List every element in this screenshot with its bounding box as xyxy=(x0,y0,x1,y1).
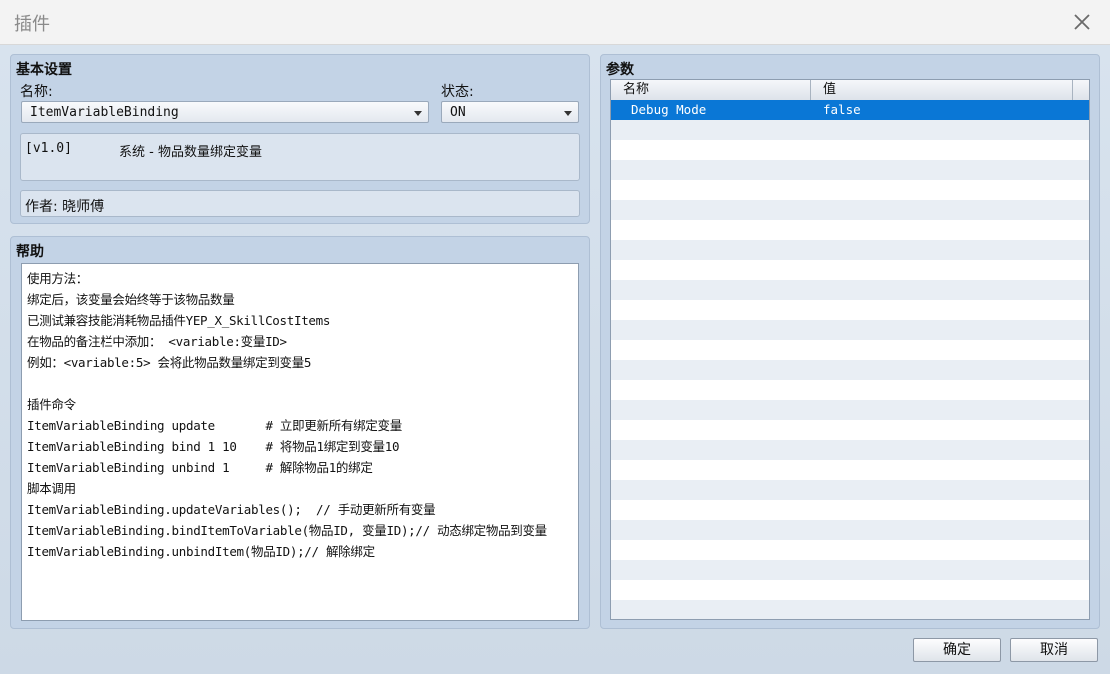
parameters-table: 名称 值 Debug Mode false xyxy=(610,79,1090,620)
empty-table-row[interactable] xyxy=(611,200,1089,220)
parameters-title: 参数 xyxy=(606,62,634,78)
author-text: 作者: 晓师傅 xyxy=(25,199,105,215)
help-line: ItemVariableBinding.bindItemToVariable(物… xyxy=(27,523,547,538)
help-line: 脚本调用 xyxy=(27,481,76,496)
empty-table-row[interactable] xyxy=(611,500,1089,520)
plugin-name-select[interactable]: ItemVariableBinding xyxy=(21,101,429,123)
help-line: 插件命令 xyxy=(27,397,76,412)
empty-table-row[interactable] xyxy=(611,320,1089,340)
help-line: ItemVariableBinding bind 1 10 # 将物品1绑定到变… xyxy=(27,439,400,454)
author-box: 作者: 晓师傅 xyxy=(20,190,580,217)
empty-table-row[interactable] xyxy=(611,560,1089,580)
help-line: ItemVariableBinding update # 立即更新所有绑定变量 xyxy=(27,418,402,433)
empty-table-row[interactable] xyxy=(611,580,1089,600)
help-line: 已测试兼容技能消耗物品插件YEP_X_SkillCostItems xyxy=(27,313,331,328)
description-text: 系统 - 物品数量绑定变量 xyxy=(119,145,262,160)
empty-table-row[interactable] xyxy=(611,460,1089,480)
param-name-cell: Debug Mode xyxy=(631,102,707,117)
empty-table-row[interactable] xyxy=(611,220,1089,240)
help-line: ItemVariableBinding.updateVariables(); /… xyxy=(27,502,436,517)
cancel-button[interactable]: 取消 xyxy=(1010,638,1098,662)
empty-table-row[interactable] xyxy=(611,180,1089,200)
ok-button[interactable]: 确定 xyxy=(913,638,1001,662)
close-icon[interactable] xyxy=(1068,8,1096,36)
status-select[interactable]: ON xyxy=(441,101,579,123)
dialog-body: 基本设置 名称: 状态: ItemVariableBinding ON [v1.… xyxy=(0,45,1110,674)
empty-table-row[interactable] xyxy=(611,120,1089,140)
empty-table-row[interactable] xyxy=(611,160,1089,180)
param-value-cell: false xyxy=(823,102,861,117)
empty-table-row[interactable] xyxy=(611,520,1089,540)
status-value: ON xyxy=(450,105,466,120)
version-text: [v1.0] xyxy=(25,141,72,156)
help-text-area[interactable]: 使用方法： 绑定后，该变量会始终等于该物品数量已测试兼容技能消耗物品插件YEP_X… xyxy=(21,263,579,621)
empty-table-row[interactable] xyxy=(611,300,1089,320)
help-line: 在物品的备注栏中添加： <variable:变量ID> xyxy=(27,334,287,349)
empty-table-row[interactable] xyxy=(611,280,1089,300)
empty-table-row[interactable] xyxy=(611,540,1089,560)
column-header-name[interactable]: 名称 xyxy=(611,80,811,100)
title-bar: 插件 xyxy=(0,0,1110,45)
help-line xyxy=(27,373,574,394)
chevron-down-icon xyxy=(414,111,422,116)
table-header: 名称 值 xyxy=(611,80,1089,101)
empty-table-row[interactable] xyxy=(611,420,1089,440)
help-line: ItemVariableBinding unbind 1 # 解除物品1的绑定 xyxy=(27,460,373,475)
help-title: 帮助 xyxy=(16,244,44,260)
help-line: 例如：<variable:5> 会将此物品数量绑定到变量5 xyxy=(27,355,312,370)
basic-settings-panel: 基本设置 名称: 状态: ItemVariableBinding ON [v1.… xyxy=(10,54,590,224)
empty-table-row[interactable] xyxy=(611,260,1089,280)
name-label: 名称: xyxy=(20,84,53,100)
help-line: ItemVariableBinding.unbindItem(物品ID);// … xyxy=(27,544,375,559)
empty-table-row[interactable] xyxy=(611,240,1089,260)
window-title: 插件 xyxy=(14,14,50,35)
basic-settings-title: 基本设置 xyxy=(16,62,72,78)
description-box: [v1.0] 系统 - 物品数量绑定变量 xyxy=(20,133,580,181)
empty-table-row[interactable] xyxy=(611,440,1089,460)
empty-table-row[interactable] xyxy=(611,380,1089,400)
empty-table-row[interactable] xyxy=(611,360,1089,380)
help-line: 使用方法： xyxy=(27,271,89,286)
empty-table-row[interactable] xyxy=(611,400,1089,420)
empty-table-row[interactable] xyxy=(611,340,1089,360)
table-rows: Debug Mode false xyxy=(611,100,1089,619)
help-panel: 帮助 使用方法： 绑定后，该变量会始终等于该物品数量已测试兼容技能消耗物品插件YE… xyxy=(10,236,590,629)
table-row[interactable]: Debug Mode false xyxy=(611,100,1089,120)
help-line: 绑定后，该变量会始终等于该物品数量 xyxy=(27,292,235,307)
status-label: 状态: xyxy=(441,84,474,100)
empty-table-row[interactable] xyxy=(611,140,1089,160)
plugin-name-value: ItemVariableBinding xyxy=(30,105,179,120)
empty-table-row[interactable] xyxy=(611,600,1089,619)
column-header-value[interactable]: 值 xyxy=(811,80,1073,100)
chevron-down-icon xyxy=(564,111,572,116)
empty-table-row[interactable] xyxy=(611,480,1089,500)
